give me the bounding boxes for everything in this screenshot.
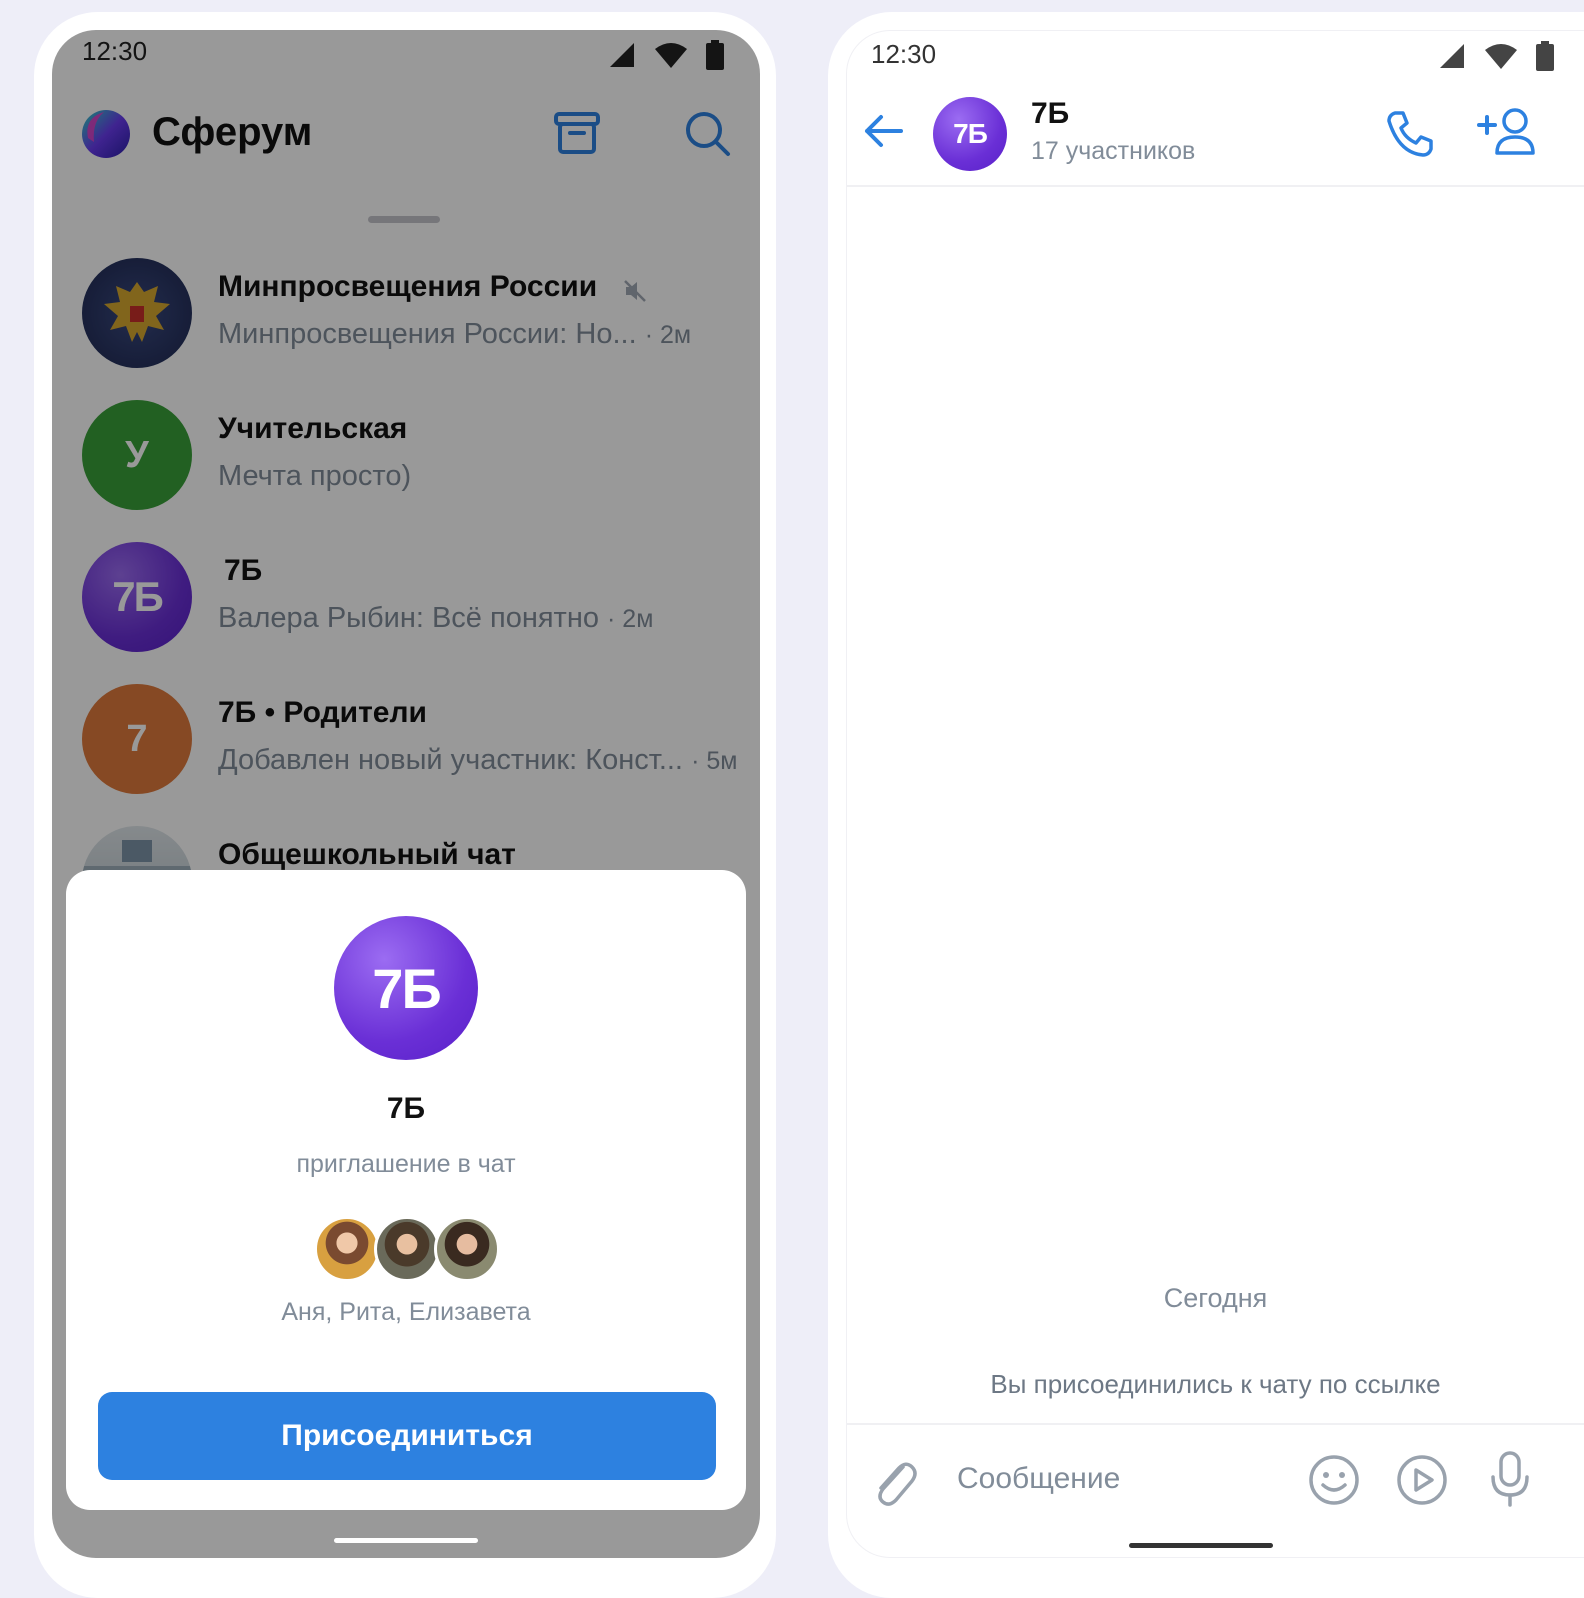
member-avatar xyxy=(434,1216,500,1282)
invite-chat-avatar: 7Б xyxy=(334,916,478,1060)
member-names: Аня, Рита, Елизавета xyxy=(281,1298,531,1326)
right-phone-screen: 12:30 7Б 7Б 17 участников Сегодня Вы при… xyxy=(846,30,1584,1558)
service-message: Вы присоединились к чату по ссылке xyxy=(990,1369,1441,1399)
emoji-icon[interactable] xyxy=(1307,1453,1361,1507)
message-input[interactable] xyxy=(957,1457,1287,1501)
chat-member-count: 17 участников xyxy=(1031,137,1196,165)
member-avatar xyxy=(374,1216,440,1282)
invite-chat-title: 7Б xyxy=(386,1092,426,1125)
invite-modal: 7Б 7Б приглашение в чат Аня, Рита, Елиза… xyxy=(66,870,746,1510)
left-phone-screen: 12:30 Сферум Минпросвещения России Минпр… xyxy=(52,30,760,1558)
join-button[interactable]: Присоединиться xyxy=(98,1392,716,1480)
status-time: 12:30 xyxy=(871,39,937,69)
battery-icon xyxy=(1536,41,1554,71)
chat-header: 7Б 7Б 17 участников xyxy=(847,91,1584,187)
home-indicator[interactable] xyxy=(1129,1543,1273,1548)
status-icons xyxy=(1438,41,1554,71)
message-composer xyxy=(847,1423,1584,1533)
add-member-icon[interactable] xyxy=(1475,105,1539,159)
back-arrow-icon[interactable] xyxy=(861,109,905,153)
wifi-icon xyxy=(1485,44,1517,69)
signal-icon xyxy=(1440,44,1464,68)
chat-avatar[interactable]: 7Б xyxy=(933,97,1007,171)
video-message-icon[interactable] xyxy=(1395,1453,1449,1507)
member-avatars xyxy=(314,1216,504,1282)
chat-title[interactable]: 7Б xyxy=(1031,97,1069,131)
date-separator: Сегодня xyxy=(1163,1283,1268,1313)
phone-icon[interactable] xyxy=(1383,107,1437,161)
invite-subtitle: приглашение в чат xyxy=(296,1150,516,1178)
microphone-icon[interactable] xyxy=(1485,1449,1535,1509)
home-indicator[interactable] xyxy=(334,1538,478,1543)
paperclip-icon[interactable] xyxy=(869,1453,919,1509)
member-avatar xyxy=(314,1216,380,1282)
